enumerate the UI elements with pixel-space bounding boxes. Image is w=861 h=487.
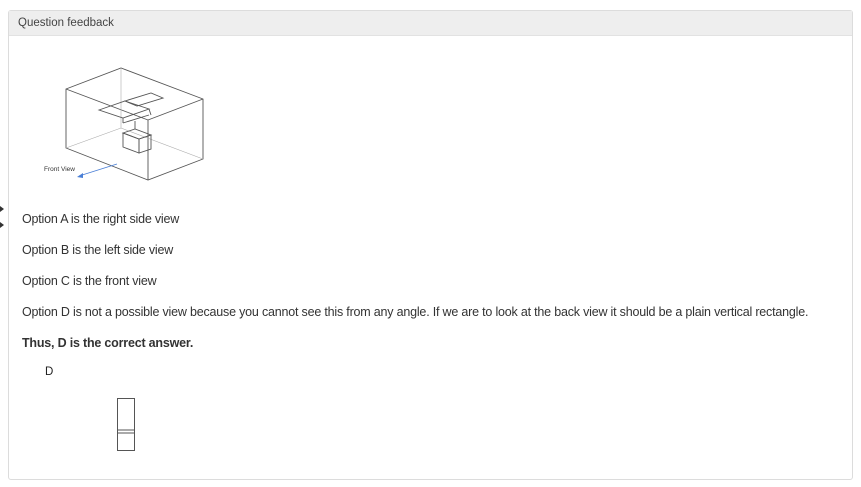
front-view-label: Front View bbox=[44, 166, 75, 173]
conclusion-text: Thus, D is the correct answer. bbox=[22, 336, 194, 350]
answer-letter: D bbox=[45, 366, 54, 378]
panel-header: Question feedback bbox=[9, 11, 852, 36]
explanation-line-d: Option D is not a possible view because … bbox=[22, 305, 809, 319]
explanation-line-c: Option C is the front view bbox=[22, 274, 157, 288]
answer-figure bbox=[117, 398, 135, 451]
question-feedback-panel: Question feedback Front View Option A is… bbox=[8, 10, 853, 480]
edge-marker-icon bbox=[0, 206, 4, 228]
explanation-line-b: Option B is the left side view bbox=[22, 243, 174, 257]
explanation-line-a: Option A is the right side view bbox=[22, 212, 180, 226]
